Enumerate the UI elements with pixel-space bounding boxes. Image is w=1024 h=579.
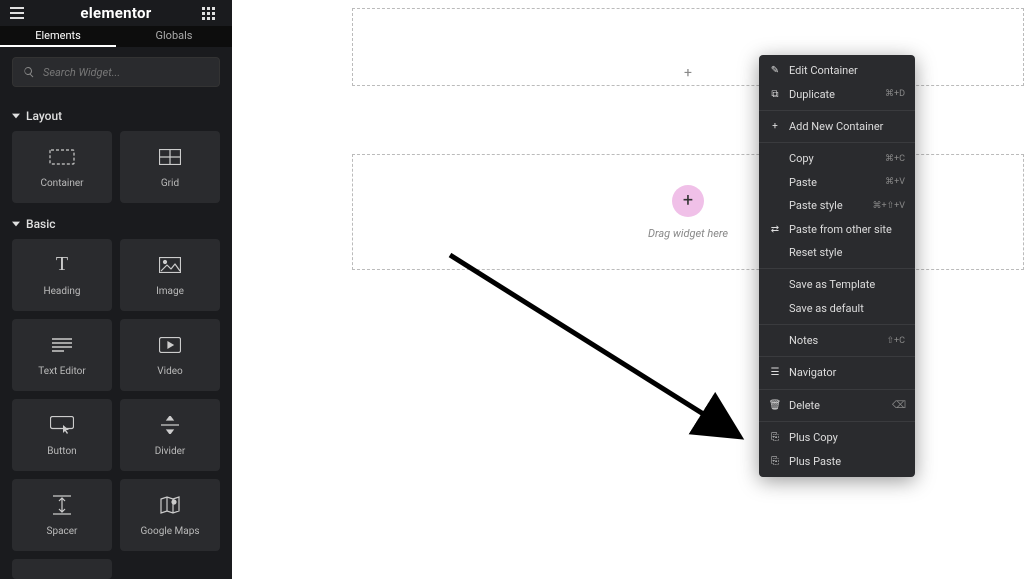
cm-separator	[759, 421, 915, 422]
context-menu: ✎Edit Container ⧉Duplicate⌘+D +Add New C…	[759, 55, 915, 477]
widget-label: Divider	[155, 446, 186, 457]
tab-elements[interactable]: Elements	[0, 26, 116, 47]
widget-label: Container	[40, 178, 83, 189]
copy-sheet-icon: ⎘	[769, 456, 781, 467]
backspace-icon: ⌫	[893, 400, 905, 411]
widget-label: Button	[47, 446, 76, 457]
sidebar: elementor Elements Globals Layout Contai…	[0, 0, 232, 579]
apps-icon[interactable]	[202, 7, 222, 20]
widget-image[interactable]: Image	[120, 239, 220, 311]
widget-container[interactable]: Container	[12, 131, 112, 203]
cm-delete[interactable]: 🗑Delete⌫	[759, 394, 915, 417]
text-editor-icon	[52, 334, 72, 356]
cm-copy[interactable]: Copy⌘+C	[759, 147, 915, 170]
transfer-icon: ⇄	[769, 224, 781, 235]
container-2-empty[interactable]: + Drag widget here	[352, 154, 1024, 270]
spacer-icon	[53, 494, 71, 516]
drag-hint-text: Drag widget here	[648, 227, 728, 240]
widget-label: Heading	[43, 286, 80, 297]
cm-navigator[interactable]: ☰Navigator	[759, 361, 915, 384]
layers-icon: ☰	[769, 367, 781, 378]
search-input[interactable]	[43, 66, 209, 79]
trash-icon: 🗑	[769, 400, 781, 411]
widget-spacer[interactable]: Spacer	[12, 479, 112, 551]
widget-label: Grid	[161, 178, 179, 189]
cm-save-default[interactable]: Save as default	[759, 297, 915, 320]
maps-icon	[160, 494, 180, 516]
cm-separator	[759, 142, 915, 143]
section-layout-label: Layout	[26, 109, 62, 123]
video-icon	[159, 334, 181, 356]
logo: elementor	[30, 4, 202, 22]
cm-paste-style[interactable]: Paste style⌘+⇧+V	[759, 194, 915, 217]
panel-tabs: Elements Globals	[0, 26, 232, 47]
widget-label: Google Maps	[141, 526, 200, 537]
widget-label: Text Editor	[38, 366, 85, 377]
cm-separator	[759, 110, 915, 111]
layout-widgets: Container Grid	[0, 131, 232, 203]
cm-paste-other-site[interactable]: ⇄Paste from other site	[759, 217, 915, 240]
tab-globals[interactable]: Globals	[116, 26, 232, 47]
button-icon	[50, 414, 74, 436]
copy-icon: ⧉	[769, 89, 781, 100]
widget-button[interactable]: Button	[12, 399, 112, 471]
cm-separator	[759, 356, 915, 357]
widget-label: Video	[157, 366, 182, 377]
widget-label: Spacer	[47, 526, 78, 537]
divider-icon	[161, 414, 179, 436]
chevron-down-icon	[12, 220, 20, 228]
search-icon	[23, 66, 35, 78]
search-wrap	[0, 47, 232, 95]
section-layout-head[interactable]: Layout	[0, 95, 232, 131]
chevron-down-icon	[12, 112, 20, 120]
cm-add-new-container[interactable]: +Add New Container	[759, 115, 915, 138]
copy-sheet-icon: ⎘	[769, 432, 781, 443]
cm-plus-paste[interactable]: ⎘Plus Paste	[759, 449, 915, 472]
container-icon	[49, 146, 75, 168]
widget-google-maps[interactable]: Google Maps	[120, 479, 220, 551]
cm-separator	[759, 268, 915, 269]
plus-icon: +	[769, 121, 781, 132]
widget-heading[interactable]: T Heading	[12, 239, 112, 311]
widget-label: Image	[156, 286, 184, 297]
cm-separator	[759, 389, 915, 390]
cm-duplicate[interactable]: ⧉Duplicate⌘+D	[759, 82, 915, 105]
search-field[interactable]	[12, 57, 220, 87]
cm-separator	[759, 324, 915, 325]
section-basic-head[interactable]: Basic	[0, 203, 232, 239]
basic-widgets: T Heading Image Text Editor Video Button…	[0, 239, 232, 579]
widget-divider[interactable]: Divider	[120, 399, 220, 471]
cm-save-template[interactable]: Save as Template	[759, 273, 915, 296]
image-icon	[159, 254, 181, 276]
add-section-icon[interactable]: +	[684, 65, 692, 81]
cm-edit-container[interactable]: ✎Edit Container	[759, 59, 915, 82]
add-widget-button[interactable]: +	[672, 185, 704, 217]
pencil-icon: ✎	[769, 65, 781, 76]
cm-reset-style[interactable]: Reset style	[759, 241, 915, 264]
cm-plus-copy[interactable]: ⎘Plus Copy	[759, 426, 915, 449]
section-basic-label: Basic	[26, 217, 56, 231]
sidebar-header: elementor	[0, 0, 232, 26]
container-1[interactable]: +	[352, 8, 1024, 86]
menu-icon[interactable]	[10, 7, 30, 19]
cm-paste[interactable]: Paste⌘+V	[759, 171, 915, 194]
grid-icon	[159, 146, 181, 168]
widget-grid[interactable]: Grid	[120, 131, 220, 203]
heading-icon: T	[56, 254, 68, 276]
widget-video[interactable]: Video	[120, 319, 220, 391]
widget-text-editor[interactable]: Text Editor	[12, 319, 112, 391]
widget-extra[interactable]	[12, 559, 112, 579]
cm-notes[interactable]: Notes⇧+C	[759, 329, 915, 352]
